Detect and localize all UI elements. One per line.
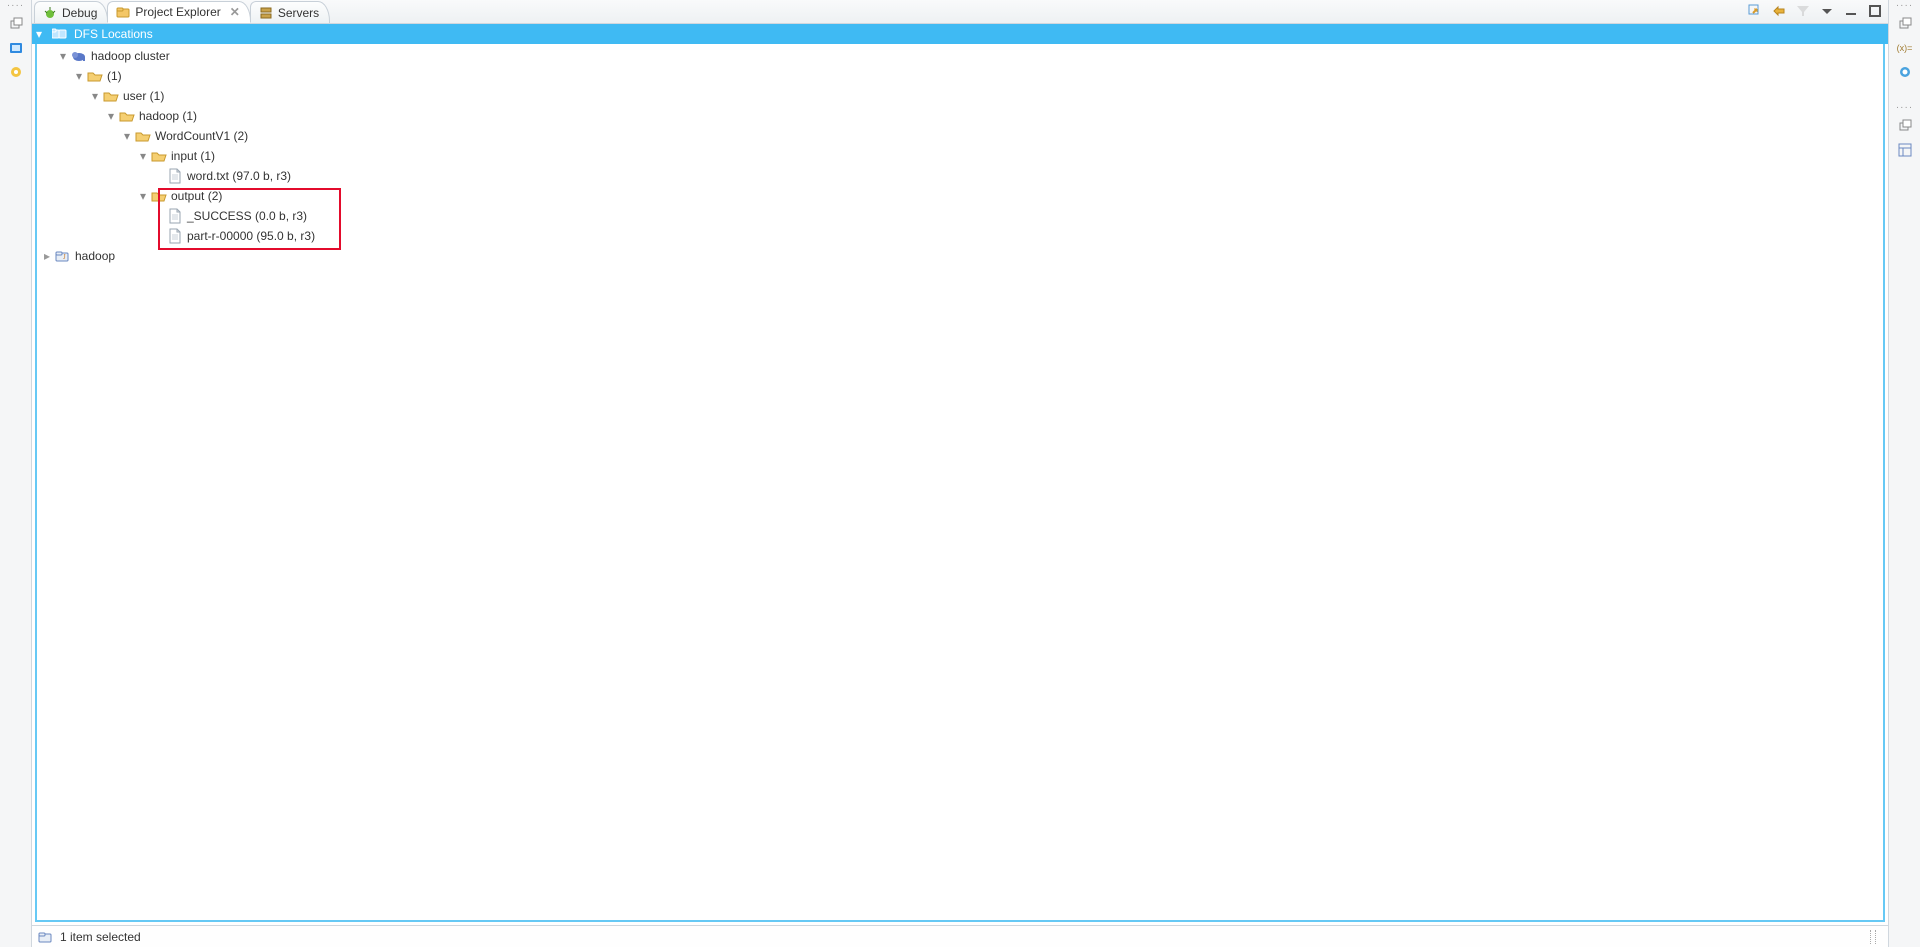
close-icon[interactable]: ✕	[230, 5, 240, 19]
view-toolbar	[1746, 2, 1884, 20]
tab-servers-label: Servers	[278, 6, 319, 20]
folder-open-icon	[119, 108, 135, 124]
folder-open-icon	[151, 148, 167, 164]
restore-icon[interactable]	[6, 14, 26, 34]
folder-nav-icon	[116, 5, 130, 19]
tree-node-wordtxt[interactable]: ▾ word.txt (97.0 b, r3)	[37, 166, 1883, 186]
chevron-down-icon[interactable]: ▾	[105, 109, 117, 123]
variables-icon-label: (x)=	[1897, 43, 1913, 53]
variables-icon[interactable]: (x)=	[1895, 38, 1915, 58]
tree-node-input[interactable]: ▾ input (1)	[37, 146, 1883, 166]
chevron-down-icon[interactable]: ▾	[137, 189, 149, 203]
toolbar-drag-handle[interactable]: ····	[1896, 2, 1913, 10]
folder-open-icon	[151, 188, 167, 204]
tree-node-success[interactable]: ▾ _SUCCESS (0.0 b, r3)	[37, 206, 1883, 226]
chevron-down-icon[interactable]: ▾	[73, 69, 85, 83]
outline-icon[interactable]	[1895, 140, 1915, 160]
toolbar-drag-handle[interactable]: ····	[1896, 104, 1913, 112]
right-toolbar: ···· (x)= ····	[1888, 0, 1920, 947]
collapse-all-icon[interactable]	[1746, 2, 1764, 20]
tree-section-header[interactable]: ▾ DFS Locations	[32, 24, 1888, 44]
elephant-icon	[71, 48, 87, 64]
tab-debug[interactable]: Debug	[34, 1, 108, 23]
tree-label: word.txt (97.0 b, r3)	[187, 169, 291, 183]
status-text: 1 item selected	[60, 930, 141, 944]
tree-pane[interactable]: ▾ hadoop cluster ▾	[35, 44, 1885, 922]
toolbar-drag-handle[interactable]: ····	[7, 2, 24, 10]
content-wrap: ▾ hadoop cluster ▾	[32, 44, 1888, 925]
tree-node-output[interactable]: ▾ output (2)	[37, 186, 1883, 206]
tree-label: hadoop cluster	[91, 49, 170, 63]
tree-node-part[interactable]: ▾ part-r-00000 (95.0 b, r3)	[37, 226, 1883, 246]
tree-label: (1)	[107, 69, 122, 83]
tab-servers[interactable]: Servers	[250, 1, 330, 23]
project-status-icon	[38, 930, 54, 944]
view-menu-icon[interactable]	[1818, 2, 1836, 20]
maximize-icon[interactable]	[1866, 2, 1884, 20]
chevron-down-icon[interactable]: ▾	[89, 89, 101, 103]
tree-node-root[interactable]: ▾ (1)	[37, 66, 1883, 86]
yellow-gear-icon[interactable]	[6, 62, 26, 82]
tree-node-hadoop-dir[interactable]: ▾ hadoop (1)	[37, 106, 1883, 126]
chevron-down-icon[interactable]: ▾	[57, 49, 69, 63]
tree-node-project-hadoop[interactable]: ▸ J hadoop	[37, 246, 1883, 266]
filter-icon[interactable]	[1794, 2, 1812, 20]
file-icon	[167, 228, 183, 244]
servers-icon	[259, 6, 273, 20]
tree-label: output (2)	[171, 189, 222, 203]
folder-open-icon	[87, 68, 103, 84]
tab-project-explorer[interactable]: Project Explorer ✕	[107, 1, 250, 23]
tree-label: hadoop	[75, 249, 115, 263]
chevron-right-icon[interactable]: ▸	[41, 249, 53, 263]
blue-panel-icon[interactable]	[6, 38, 26, 58]
status-bar: 1 item selected	[32, 925, 1888, 947]
tree-section-title: DFS Locations	[74, 27, 153, 41]
minimize-icon[interactable]	[1842, 2, 1860, 20]
status-resize-grip[interactable]	[1870, 930, 1876, 944]
svg-text:J: J	[63, 253, 66, 261]
dfs-locations-icon	[52, 27, 68, 41]
tree-label: hadoop (1)	[139, 109, 197, 123]
tree-label: part-r-00000 (95.0 b, r3)	[187, 229, 315, 243]
folder-open-icon	[103, 88, 119, 104]
view-tabstrip: Debug Project Explorer ✕ Servers	[32, 0, 1888, 24]
left-toolbar: ····	[0, 0, 32, 947]
java-project-icon: J	[55, 248, 71, 264]
app-root: ···· Debug Project Explorer	[0, 0, 1920, 947]
folder-open-icon	[135, 128, 151, 144]
breakpoints-icon[interactable]	[1895, 62, 1915, 82]
tree-label: WordCountV1 (2)	[155, 129, 248, 143]
bug-icon	[43, 6, 57, 20]
main-column: Debug Project Explorer ✕ Servers	[32, 0, 1888, 947]
chevron-down-icon[interactable]: ▾	[121, 129, 133, 143]
file-icon	[167, 208, 183, 224]
chevron-down-icon[interactable]: ▾	[137, 149, 149, 163]
file-icon	[167, 168, 183, 184]
restore-icon[interactable]	[1895, 116, 1915, 136]
tree-label: user (1)	[123, 89, 164, 103]
tab-debug-label: Debug	[62, 6, 97, 20]
tree-node-user[interactable]: ▾ user (1)	[37, 86, 1883, 106]
project-tree: ▾ hadoop cluster ▾	[37, 46, 1883, 266]
tree-label: input (1)	[171, 149, 215, 163]
tree-node-cluster[interactable]: ▾ hadoop cluster	[37, 46, 1883, 66]
tab-project-explorer-label: Project Explorer	[135, 5, 220, 19]
restore-icon[interactable]	[1895, 14, 1915, 34]
chevron-down-icon: ▾	[36, 27, 46, 41]
tree-label: _SUCCESS (0.0 b, r3)	[187, 209, 307, 223]
tree-node-wordcount[interactable]: ▾ WordCountV1 (2)	[37, 126, 1883, 146]
link-editor-icon[interactable]	[1770, 2, 1788, 20]
